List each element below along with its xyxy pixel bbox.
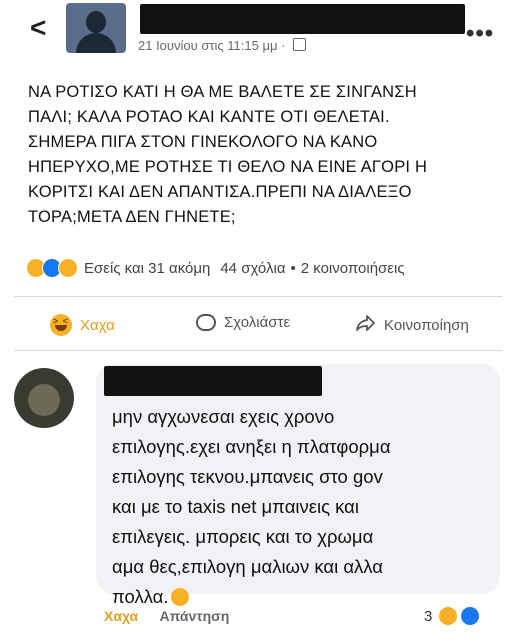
- commenter-name-redacted[interactable]: [104, 366, 322, 396]
- comment-reaction-count: 3: [424, 607, 433, 625]
- comment-label: Σχολιάστε: [224, 314, 291, 331]
- post-meta: 21 Ιουνίου στις 11:15 μμ ·: [138, 38, 307, 53]
- reply-button[interactable]: Απάντηση: [159, 608, 229, 624]
- timestamp[interactable]: 21 Ιουνίου στις 11:15 μμ: [138, 38, 277, 53]
- haha-label: Χαχα: [80, 316, 115, 334]
- shares-count[interactable]: 2 κοινοποιήσεις: [301, 260, 405, 277]
- comment-text: μην αγχωνεσαι εχεις χρονο επιλογης.εχει …: [112, 402, 492, 612]
- haha-icon: [438, 606, 459, 626]
- separator: ·: [281, 38, 286, 53]
- comment-icon: [196, 314, 216, 331]
- haha-icon: [50, 314, 72, 336]
- avatar[interactable]: [66, 3, 126, 53]
- audience-icon: [293, 38, 307, 51]
- share-label: Κοινοποίηση: [384, 316, 469, 334]
- commenter-avatar[interactable]: [14, 368, 74, 428]
- separator-dot: •: [290, 259, 296, 277]
- author-name-redacted[interactable]: [140, 4, 465, 34]
- post-text: ΝΑ ΡΟΤΙΣΟ ΚΑΤΙ Η ΘΑ ΜΕ ΒΑΛΕΤΕ ΣΕ ΣΙΝΓΑΝΣ…: [28, 83, 428, 226]
- haha-button[interactable]: Χαχα: [50, 314, 115, 336]
- comment-button[interactable]: Σχολιάστε: [196, 314, 290, 331]
- grin-emoji-icon: [170, 588, 189, 606]
- reactions-bar[interactable]: Εσείς και 31 ακόμη 44 σχόλια • 2 κοινοπο…: [26, 258, 405, 278]
- post-header: < 21 Ιουνίου στις 11:15 μμ · •••: [0, 0, 516, 70]
- comment-reactions[interactable]: 3: [424, 606, 481, 626]
- reactions-summary[interactable]: Εσείς και 31 ακόμη: [84, 260, 210, 277]
- divider: [14, 350, 502, 351]
- back-arrow-icon[interactable]: <: [30, 14, 46, 42]
- comments-count[interactable]: 44 σχόλια: [220, 260, 285, 277]
- share-icon: [356, 314, 376, 336]
- comment-body: μην αγχωνεσαι εχεις χρονο επιλογης.εχει …: [112, 406, 391, 607]
- comment-haha-button[interactable]: Χαχα: [104, 608, 138, 624]
- like-icon: [460, 606, 481, 626]
- more-dots-icon[interactable]: •••: [466, 20, 494, 48]
- divider: [14, 296, 502, 297]
- share-button[interactable]: Κοινοποίηση: [356, 314, 469, 336]
- wow-icon: [58, 258, 78, 278]
- post-actions: Χαχα Σχολιάστε Κοινοποίηση: [0, 308, 516, 344]
- comment-footer: Χαχα Απάντηση: [104, 608, 229, 624]
